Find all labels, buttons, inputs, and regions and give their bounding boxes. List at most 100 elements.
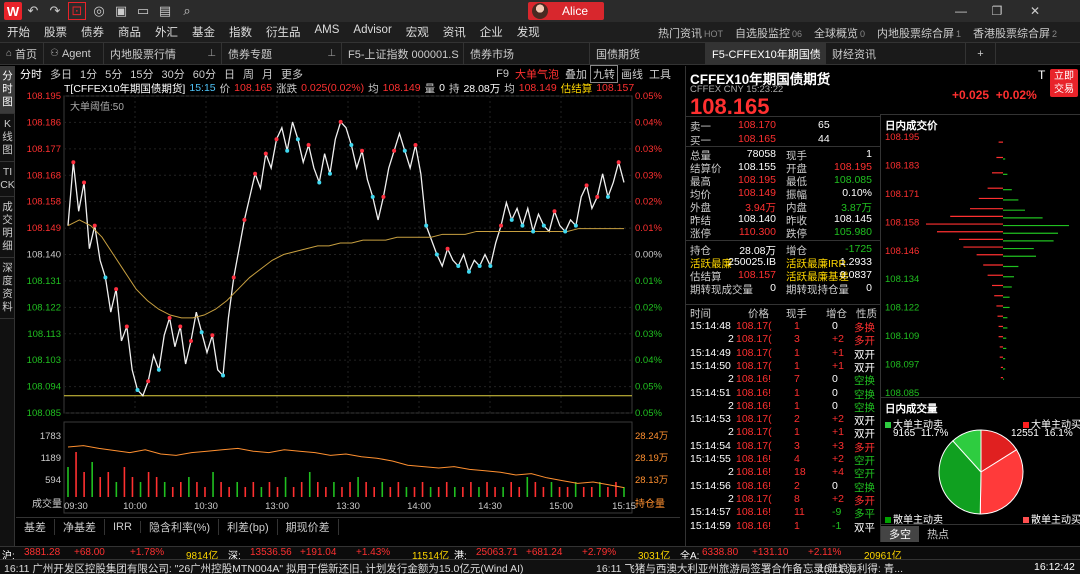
pin-icon[interactable]: ⊥	[327, 48, 336, 59]
vtab-4[interactable]: 深度资料	[0, 258, 15, 319]
screen-icon[interactable]: ▭	[132, 0, 154, 22]
quick-link-2[interactable]: 全球概览 0	[808, 25, 871, 41]
tool-2[interactable]: 叠加	[562, 66, 590, 82]
clock: 16:12:42	[1034, 561, 1075, 573]
forward-icon[interactable]: ↷	[44, 0, 66, 22]
news-item-1[interactable]: 16:11 广州开发区控股集团有限公司: "26广州控股MTN004A" 拟用于…	[4, 561, 524, 574]
restore-icon[interactable]: ❐	[980, 0, 1014, 22]
tab-4[interactable]: F5-上证指数 000001.S	[342, 43, 464, 64]
quick-link-4[interactable]: 香港股票综合屏 2	[967, 25, 1063, 41]
analysis-tab-1[interactable]: 净基差	[55, 518, 105, 535]
pct-tick-label: 0.00%	[635, 250, 662, 261]
y-tick-label: 108.158	[27, 197, 61, 208]
user-badge[interactable]: Alice	[528, 2, 604, 20]
wind-logo[interactable]: W	[4, 2, 22, 20]
pie-tab-1[interactable]: 热点	[919, 526, 957, 542]
menu-10[interactable]: 宏观	[399, 24, 436, 40]
tool-5[interactable]: 工具	[646, 66, 674, 82]
news-item-3[interactable]: 16:11 海利得: 青...	[818, 561, 903, 574]
chat-icon[interactable]: ◎	[88, 0, 110, 22]
analysis-tab-2[interactable]: IRR	[105, 520, 141, 533]
analysis-tab-3[interactable]: 隐含利率(%)	[141, 518, 220, 535]
period-1[interactable]: 多日	[46, 66, 76, 82]
menu-4[interactable]: 外汇	[148, 24, 185, 40]
news-item-2[interactable]: 16:11 飞猪与西澳大利亚州旅游局签署合作备忘录(新浪)	[596, 561, 852, 574]
depth-price-label: 108.158	[885, 217, 919, 228]
y-tick-label: 108.131	[27, 276, 61, 287]
intraday-chart[interactable]: 108.195 0.05% 108.186 0.04% 108.177 0.03% 108.…	[16, 82, 680, 517]
y-tick-label: 108.149	[27, 223, 61, 234]
tab-5[interactable]: 债券市场	[464, 43, 590, 64]
analysis-tab-4[interactable]: 利差(bp)	[219, 518, 278, 535]
search-icon[interactable]: ⌕	[176, 0, 198, 22]
tick-row: 15:14:50 108.17(1 +1 双开	[690, 359, 875, 374]
tab-1[interactable]: ⚇ Agent	[44, 43, 104, 64]
menu-8[interactable]: AMS	[308, 24, 347, 40]
tab-3[interactable]: 债券专题 ⊥	[222, 43, 342, 64]
vtab-3[interactable]: 成交明细	[0, 197, 15, 258]
period-9[interactable]: 月	[258, 66, 277, 82]
add-tab-button[interactable]: +	[966, 43, 996, 64]
menu-2[interactable]: 债券	[74, 24, 111, 40]
trade-bubble	[424, 223, 429, 228]
user-icon: ⚇	[50, 48, 59, 59]
period-2[interactable]: 1分	[76, 66, 101, 82]
tab-8[interactable]: 财经资讯	[826, 43, 966, 64]
trade-bubble	[103, 275, 108, 280]
period-8[interactable]: 周	[239, 66, 258, 82]
menu-1[interactable]: 股票	[37, 24, 74, 40]
menu-12[interactable]: 企业	[473, 24, 510, 40]
pin-icon[interactable]: ⊥	[207, 48, 216, 59]
period-7[interactable]: 日	[220, 66, 239, 82]
menu-11[interactable]: 资讯	[436, 24, 473, 40]
tool-1[interactable]: 大单气泡	[512, 66, 562, 82]
menu-7[interactable]: 衍生品	[259, 24, 308, 40]
tab-6[interactable]: 国债期货	[590, 43, 706, 64]
back-icon[interactable]: ↶	[22, 0, 44, 22]
analysis-tab-5[interactable]: 期现价差	[278, 518, 339, 535]
tick-row: 15:14:59 108.16! 1 -1 双平	[690, 519, 875, 534]
avg-label: 均	[368, 82, 379, 95]
period-10[interactable]: 更多	[277, 66, 307, 82]
period-6[interactable]: 60分	[189, 66, 220, 82]
vtab-1[interactable]: K线图	[0, 114, 15, 162]
tab-7[interactable]: F5-CFFEX10年期国债	[706, 43, 826, 64]
avg-price-line	[67, 219, 624, 319]
trade-now-button[interactable]: 立即交易	[1050, 69, 1078, 97]
index-value: +68.00	[74, 547, 105, 558]
tool-4[interactable]: 画线	[618, 66, 646, 82]
close-icon[interactable]: ✕	[1018, 0, 1052, 22]
menu-0[interactable]: 开始	[0, 24, 37, 40]
tab-0[interactable]: ⌂ 首页	[0, 43, 44, 64]
quick-link-1[interactable]: 自选股监控 06	[729, 25, 808, 41]
menu-13[interactable]: 发现	[510, 24, 547, 40]
menu-5[interactable]: 基金	[185, 24, 222, 40]
tab-2[interactable]: 内地股票行情 ⊥	[104, 43, 222, 64]
period-3[interactable]: 5分	[101, 66, 126, 82]
function-icon[interactable]: ⊡	[68, 2, 86, 20]
analysis-tab-0[interactable]: 基差	[16, 518, 55, 535]
tool-3[interactable]: 九转	[590, 64, 618, 83]
menu-3[interactable]: 商品	[111, 24, 148, 40]
depth-price-label: 108.134	[885, 274, 919, 285]
period-5[interactable]: 30分	[158, 66, 189, 82]
tick-row: 15:14:49 108.17(1 +1 双开	[690, 346, 875, 361]
period-0[interactable]: 分时	[16, 66, 46, 82]
trade-bubble	[221, 373, 226, 378]
message-icon[interactable]: ▣	[110, 0, 132, 22]
vol-tick-label: 1189	[41, 453, 61, 464]
menu-9[interactable]: Advisor	[346, 24, 398, 40]
menu-6[interactable]: 指数	[222, 24, 259, 40]
period-4[interactable]: 15分	[126, 66, 157, 82]
quick-link-0[interactable]: 热门资讯 HOT	[652, 25, 729, 41]
book-icon[interactable]: ▤	[154, 0, 176, 22]
vtab-0[interactable]: 分时图	[0, 66, 15, 114]
quick-link-3[interactable]: 内地股票综合屏 1	[871, 25, 967, 41]
minimize-icon[interactable]: —	[944, 0, 978, 22]
tab-label: F5-上证指数 000001.S	[348, 48, 459, 61]
index-value: +681.24	[526, 547, 563, 558]
vtab-2[interactable]: TICK	[0, 162, 15, 197]
tool-0[interactable]: F9	[493, 68, 512, 80]
pie-tab-0[interactable]: 多空	[881, 525, 919, 542]
x-tick-label: 14:30	[478, 501, 502, 512]
